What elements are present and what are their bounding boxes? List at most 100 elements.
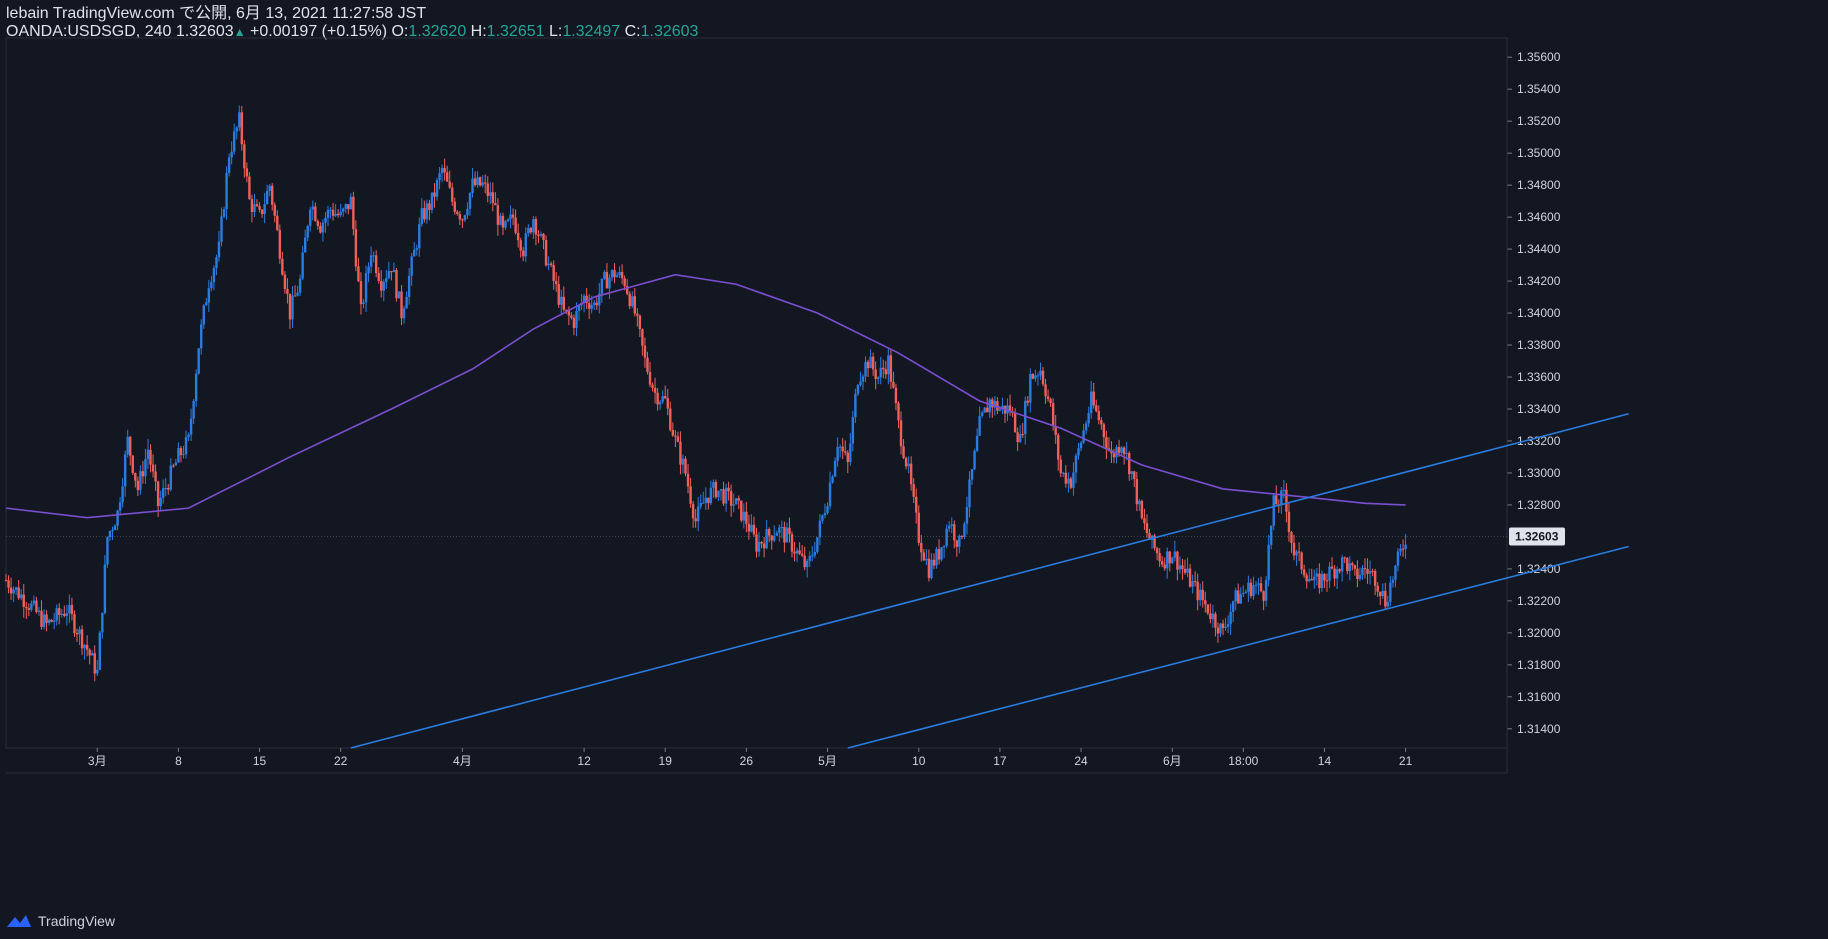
- candle-body: [922, 552, 926, 561]
- candle-body: [904, 457, 908, 467]
- price-chart[interactable]: 1.35600 1.35400 1.35200 1.35000 1.34800 1.346…: [0, 0, 1828, 939]
- candle-body: [303, 237, 307, 253]
- candle-body: [889, 355, 893, 382]
- candle-body: [932, 559, 936, 566]
- candle-body: [471, 178, 474, 193]
- candle-body: [273, 204, 276, 216]
- candle-body: [1188, 568, 1192, 587]
- candle-body: [940, 547, 943, 560]
- candle-body: [27, 608, 31, 610]
- candle-body: [83, 644, 86, 649]
- candle-body: [1125, 452, 1128, 455]
- candle-body: [587, 303, 591, 309]
- candle-body: [80, 629, 84, 649]
- candle-body: [1366, 568, 1369, 574]
- y-tick-label: 1.35600: [1517, 50, 1561, 64]
- candle-body: [1057, 434, 1060, 460]
- candle-body: [481, 182, 484, 186]
- candle-body: [1259, 583, 1263, 592]
- candle-body: [344, 204, 347, 209]
- candle-body: [608, 277, 611, 289]
- footer-brand-label: TradingView: [38, 913, 116, 929]
- candle-body: [532, 219, 535, 233]
- candle-body: [516, 232, 520, 241]
- candle-body: [243, 144, 246, 169]
- candle-body: [636, 313, 639, 316]
- candle-body: [1049, 398, 1052, 404]
- candle-body: [826, 506, 829, 514]
- candle-body: [25, 606, 28, 609]
- candle-body: [707, 497, 710, 504]
- candle-body: [1092, 391, 1095, 406]
- candle-body: [963, 523, 966, 537]
- candle-body: [316, 220, 320, 226]
- candle-body: [920, 542, 923, 553]
- candle-body: [831, 476, 834, 483]
- candle-body: [1300, 552, 1303, 570]
- x-tick-label: 17: [993, 754, 1007, 768]
- candle-body: [30, 603, 33, 610]
- candle-body: [91, 653, 94, 656]
- candle-body: [790, 534, 794, 552]
- candle-body: [1358, 575, 1362, 580]
- candle-body: [235, 127, 238, 132]
- candle-body: [103, 564, 107, 613]
- candle-body: [897, 403, 900, 421]
- candle-body: [628, 293, 631, 307]
- candle-body: [192, 400, 195, 419]
- candle-body: [1384, 590, 1387, 607]
- candle-body: [691, 503, 695, 519]
- candle-body: [1348, 563, 1352, 572]
- candle-body: [1318, 573, 1321, 589]
- candle-body: [1226, 624, 1230, 627]
- candle-body: [200, 324, 203, 349]
- candle-body: [877, 377, 880, 379]
- candle-body: [1237, 590, 1240, 604]
- candle-body: [144, 458, 147, 477]
- candle-body: [669, 408, 672, 431]
- candle-body: [319, 225, 322, 233]
- candle-body: [544, 240, 548, 266]
- candle-body: [1381, 590, 1384, 597]
- candle-body: [978, 415, 981, 436]
- candle-body: [392, 269, 396, 273]
- y-tick-label: 1.31400: [1517, 722, 1561, 736]
- candle-body: [187, 434, 190, 438]
- candle-body: [101, 612, 104, 633]
- tradingview-logo-icon: [7, 915, 31, 927]
- candle-body: [139, 471, 142, 491]
- candle-body: [339, 211, 342, 216]
- candle-body: [648, 371, 652, 385]
- candle-body: [1168, 551, 1171, 564]
- candle-body: [615, 275, 619, 278]
- candle-body: [1183, 568, 1187, 573]
- candle-body: [1305, 575, 1308, 582]
- candle-body: [1389, 582, 1392, 602]
- candle-body: [60, 613, 63, 615]
- candle-body: [347, 204, 350, 210]
- candle-body: [1280, 490, 1283, 506]
- candle-body: [238, 112, 241, 128]
- candle-body: [773, 535, 776, 541]
- candle-body: [433, 192, 436, 197]
- candle-body: [1302, 569, 1306, 576]
- candle-body: [430, 192, 434, 210]
- candle-body: [912, 484, 915, 497]
- candle-body: [816, 537, 819, 552]
- candle-body: [486, 183, 489, 196]
- candle-body: [1376, 585, 1379, 592]
- candle-body: [849, 443, 852, 463]
- candle-body: [253, 204, 256, 212]
- candle-body: [757, 541, 761, 552]
- candle-body: [641, 329, 644, 346]
- candle-body: [549, 263, 553, 265]
- candle-body: [123, 454, 127, 487]
- candle-body: [750, 524, 753, 532]
- candle-body: [281, 258, 284, 275]
- candle-body: [600, 278, 604, 294]
- candle-body: [113, 525, 117, 531]
- candle-body: [1145, 523, 1149, 534]
- trendline-upper: [350, 413, 1629, 749]
- candle-body: [755, 534, 758, 552]
- candle-body: [658, 401, 662, 405]
